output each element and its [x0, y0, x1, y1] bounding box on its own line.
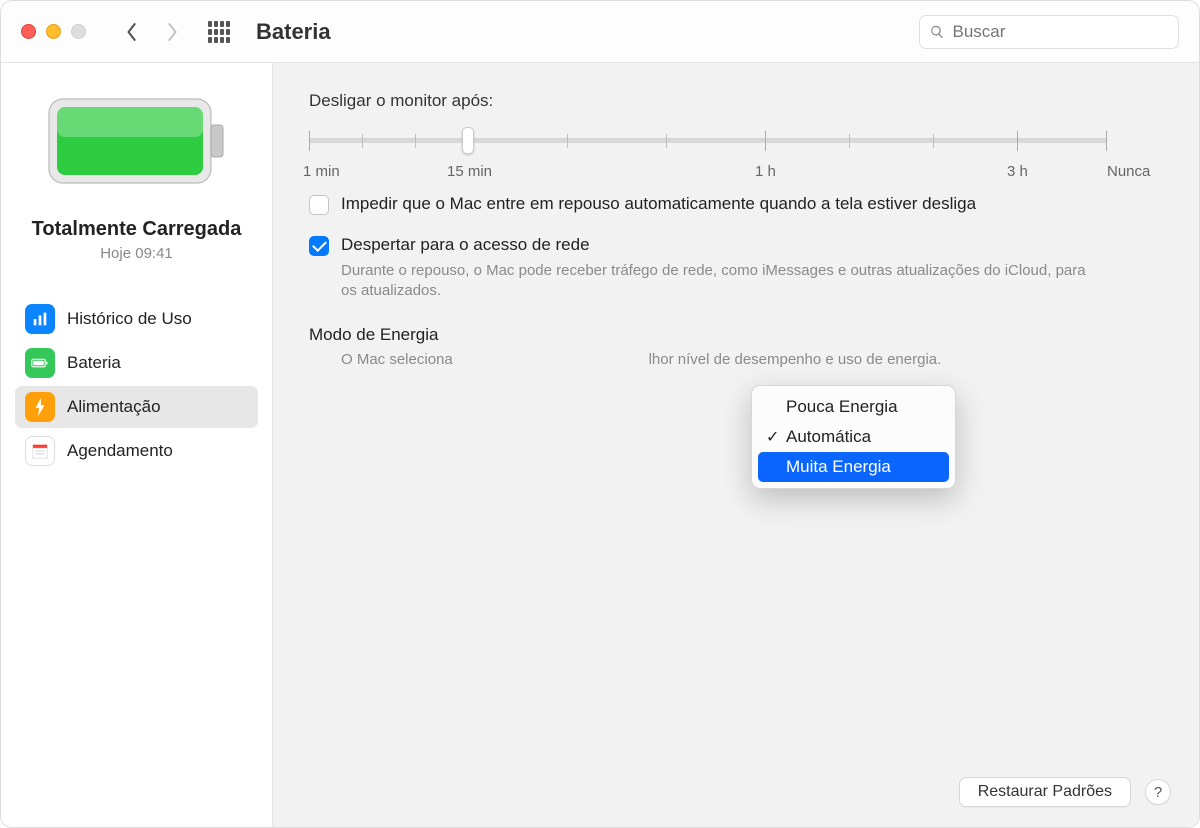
energy-mode-label: Modo de Energia — [309, 325, 1163, 345]
dropdown-option-low-power[interactable]: Pouca Energia — [758, 392, 949, 422]
battery-icon — [25, 348, 55, 378]
search-icon — [930, 24, 944, 40]
sidebar: Totalmente Carregada Hoje 09:41 Históric… — [1, 63, 273, 827]
titlebar: Bateria — [1, 1, 1199, 63]
prevent-sleep-checkbox[interactable] — [309, 195, 329, 215]
display-off-slider[interactable]: 1 min 15 min 1 h 3 h Nunca — [309, 125, 1163, 163]
slider-handle[interactable] — [462, 127, 474, 154]
sidebar-item-power-adapter[interactable]: Alimentação — [15, 386, 258, 428]
battery-status-title: Totalmente Carregada — [32, 218, 242, 241]
back-button[interactable] — [118, 14, 146, 50]
wake-network-checkbox[interactable] — [309, 236, 329, 256]
search-field[interactable] — [919, 15, 1179, 49]
settings-window: Bateria Totalmente Carregada Hoje 09:41 — [0, 0, 1200, 828]
sidebar-item-schedule[interactable]: Agendamento — [15, 430, 258, 472]
dropdown-option-high-power[interactable]: Muita Energia — [758, 452, 949, 482]
battery-status-time: Hoje 09:41 — [100, 245, 173, 262]
help-button[interactable]: ? — [1145, 779, 1171, 805]
sidebar-item-label: Alimentação — [67, 397, 161, 417]
energy-mode-description: O Mac seleciona lhor nível de desempenho… — [341, 351, 1163, 368]
minimize-window-button[interactable] — [46, 24, 61, 39]
traffic-lights — [21, 24, 86, 39]
page-title: Bateria — [256, 19, 331, 45]
chart-icon — [25, 304, 55, 334]
prevent-sleep-label: Impedir que o Mac entre em repouso autom… — [341, 193, 976, 216]
sidebar-nav: Histórico de Uso Bateria Alimentação — [1, 298, 272, 472]
energy-mode-dropdown[interactable]: Pouca Energia Automática Muita Energia — [751, 385, 956, 489]
sidebar-item-label: Agendamento — [67, 441, 173, 461]
maximize-window-button — [71, 24, 86, 39]
sidebar-item-label: Histórico de Uso — [67, 309, 192, 329]
close-window-button[interactable] — [21, 24, 36, 39]
display-off-label: Desligar o monitor após: — [309, 91, 1163, 111]
search-input[interactable] — [952, 22, 1168, 42]
wake-network-label: Despertar para o acesso de rede — [341, 234, 590, 257]
bolt-icon — [25, 392, 55, 422]
sidebar-item-label: Bateria — [67, 353, 121, 373]
sidebar-item-battery[interactable]: Bateria — [15, 342, 258, 384]
main-content: Desligar o monitor após: — [273, 63, 1199, 827]
restore-defaults-button[interactable]: Restaurar Padrões — [959, 777, 1131, 807]
forward-button — [158, 14, 186, 50]
dropdown-option-automatic[interactable]: Automática — [758, 422, 949, 452]
all-settings-button[interactable] — [208, 21, 230, 43]
wake-network-description: Durante o repouso, o Mac pode receber tr… — [341, 261, 1163, 302]
battery-image — [47, 93, 227, 194]
calendar-icon — [25, 436, 55, 466]
sidebar-item-usage-history[interactable]: Histórico de Uso — [15, 298, 258, 340]
